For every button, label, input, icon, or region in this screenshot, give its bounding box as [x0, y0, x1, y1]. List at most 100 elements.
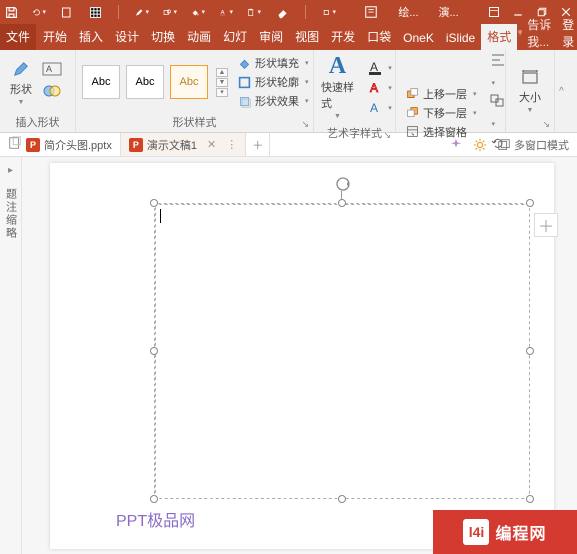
rotate-handle[interactable]: [334, 175, 350, 191]
resize-handle-t[interactable]: [338, 199, 346, 207]
shape-style-3[interactable]: Abc: [170, 65, 208, 99]
tab-developer[interactable]: 开发: [325, 24, 361, 50]
tab-pocket[interactable]: 口袋: [361, 24, 397, 50]
tab-islide[interactable]: iSlide: [440, 27, 481, 50]
tab-menu-icon[interactable]: ⋮: [226, 138, 237, 151]
gear-icon[interactable]: [473, 138, 487, 152]
doc-icon: [8, 136, 22, 153]
canvas[interactable]: ＋ PPT极品网: [22, 157, 577, 554]
group-label-shape-styles: 形状样式↘: [76, 114, 313, 132]
new-slide-icon[interactable]: [60, 5, 74, 19]
doc2-title: 演示文稿1: [147, 137, 197, 153]
resize-handle-tr[interactable]: [526, 199, 534, 207]
layout-suggestion-icon[interactable]: ＋: [534, 213, 558, 237]
login-button[interactable]: 登录: [562, 16, 574, 50]
shape-outline-button[interactable]: 形状轮廓▾: [234, 73, 312, 91]
gallery-more-icon[interactable]: ▾: [216, 88, 228, 97]
quick-styles-button[interactable]: A 快速样式 ▼: [317, 53, 358, 122]
text-effects-icon[interactable]: A▾: [368, 99, 392, 117]
tell-me-search[interactable]: 告诉我...: [517, 16, 554, 50]
brand-text: 编程网: [495, 520, 546, 544]
textbox-small-icon[interactable]: A: [42, 62, 62, 81]
tab-design[interactable]: 设计: [109, 24, 145, 50]
fill-icon: [237, 56, 251, 70]
group-label-insert-shape: 插入形状: [0, 114, 75, 132]
resize-handle-b[interactable]: [338, 495, 346, 503]
dialog-launcher-icon[interactable]: ↘: [301, 119, 309, 130]
shape-style-1[interactable]: Abc: [82, 65, 120, 99]
text-outline-icon[interactable]: A▾: [368, 79, 392, 97]
tab-review[interactable]: 审阅: [253, 24, 289, 50]
grid-icon[interactable]: [88, 5, 102, 19]
document-tabs: P 简介头图.pptx P 演示文稿1 ✕ ⋮ ＋ 多窗口模式: [0, 133, 577, 157]
resize-handle-r[interactable]: [526, 347, 534, 355]
resize-handle-br[interactable]: [526, 495, 534, 503]
slide[interactable]: ＋ PPT极品网: [50, 163, 554, 549]
edit-shape-button[interactable]: 形状 ▼: [6, 57, 36, 108]
effects-icon: [237, 94, 251, 108]
tab-onekey[interactable]: OneK: [397, 27, 440, 50]
group-label-wordart: 艺术字样式↘: [314, 125, 395, 143]
shape-style-gallery[interactable]: Abc Abc Abc ▲ ▼ ▾: [82, 65, 228, 99]
multi-window-icon[interactable]: 多窗口模式: [497, 138, 569, 152]
save-icon[interactable]: [4, 5, 18, 19]
doc1-title: 简介头图.pptx: [44, 137, 112, 153]
context-tab-present: 演...: [439, 4, 459, 20]
fill-label: 形状填充: [255, 55, 299, 71]
collapse-ribbon-icon[interactable]: ^: [554, 50, 568, 132]
gallery-down-icon[interactable]: ▼: [216, 78, 228, 87]
group-icon[interactable]: ▾: [490, 94, 506, 131]
tab-file[interactable]: 文件: [0, 24, 36, 50]
paint-bucket-icon[interactable]: ▾: [191, 5, 205, 19]
tool-a-icon[interactable]: [364, 5, 378, 19]
tab-transition[interactable]: 切换: [145, 24, 181, 50]
group-wordart-styles: A 快速样式 ▼ A▾ A▾ A▾ 艺术字样式↘: [314, 50, 396, 132]
new-tab-button[interactable]: ＋: [246, 133, 270, 156]
pen-icon[interactable]: ▾: [135, 5, 149, 19]
watermark-text: PPT极品网: [116, 507, 195, 531]
shape-style-2[interactable]: Abc: [126, 65, 164, 99]
text-cursor: [160, 209, 161, 223]
merge-shapes-icon[interactable]: [42, 84, 62, 103]
font-color-icon[interactable]: A▾: [219, 5, 233, 19]
resize-handle-l[interactable]: [150, 347, 158, 355]
quick-access-toolbar: ▾ ▾ ▾ ▾ A▾ ▾ ▾: [4, 5, 336, 19]
outline-icon: [237, 75, 251, 89]
shape-effects-button[interactable]: 形状效果▾: [234, 92, 312, 110]
paste-icon[interactable]: ▾: [247, 5, 261, 19]
align-icon[interactable]: ▾: [490, 53, 506, 90]
ribbon: 形状 ▼ A 插入形状 Abc Abc Abc ▲ ▼ ▾ 形状: [0, 50, 577, 133]
textbox-selected[interactable]: [154, 203, 530, 499]
undo-icon[interactable]: ▾: [32, 5, 46, 19]
size-button[interactable]: 大小 ▼: [515, 65, 545, 116]
ribbon-options-icon[interactable]: [487, 5, 501, 19]
tab-view[interactable]: 视图: [289, 24, 325, 50]
pane-label: 题注缩略: [3, 188, 19, 240]
bring-forward-button[interactable]: 上移一层▾: [402, 85, 480, 103]
dialog-launcher-icon-3[interactable]: ↘: [542, 119, 550, 130]
tab-slideshow[interactable]: 幻灯: [217, 24, 253, 50]
resize-handle-tl[interactable]: [150, 199, 158, 207]
selection-pane-icon: [405, 125, 419, 139]
gallery-up-icon[interactable]: ▲: [216, 68, 228, 77]
misc-icon[interactable]: ▾: [322, 5, 336, 19]
sparkle-icon[interactable]: [449, 138, 463, 152]
close-tab-icon[interactable]: ✕: [207, 138, 216, 151]
shape-fill-button[interactable]: 形状填充▾: [234, 54, 312, 72]
doc-tab-2[interactable]: P 演示文稿1 ✕ ⋮: [121, 133, 246, 156]
pane-collapse-icon[interactable]: ▸: [8, 165, 13, 176]
tab-home[interactable]: 开始: [37, 24, 73, 50]
svg-text:A: A: [370, 60, 378, 74]
eraser-icon[interactable]: [275, 5, 289, 19]
context-tab-draw: 绘...: [398, 4, 418, 20]
doc-tab-1[interactable]: P 简介头图.pptx: [0, 133, 121, 156]
tab-format[interactable]: 格式: [481, 24, 517, 50]
title-center: 绘... 演...: [336, 4, 487, 20]
shapes-icon[interactable]: ▾: [163, 5, 177, 19]
send-backward-button[interactable]: 下移一层▾: [402, 104, 480, 122]
tab-insert[interactable]: 插入: [73, 24, 109, 50]
tab-animation[interactable]: 动画: [181, 24, 217, 50]
text-fill-icon[interactable]: A▾: [368, 59, 392, 77]
dialog-launcher-icon-2[interactable]: ↘: [383, 130, 391, 141]
resize-handle-bl[interactable]: [150, 495, 158, 503]
